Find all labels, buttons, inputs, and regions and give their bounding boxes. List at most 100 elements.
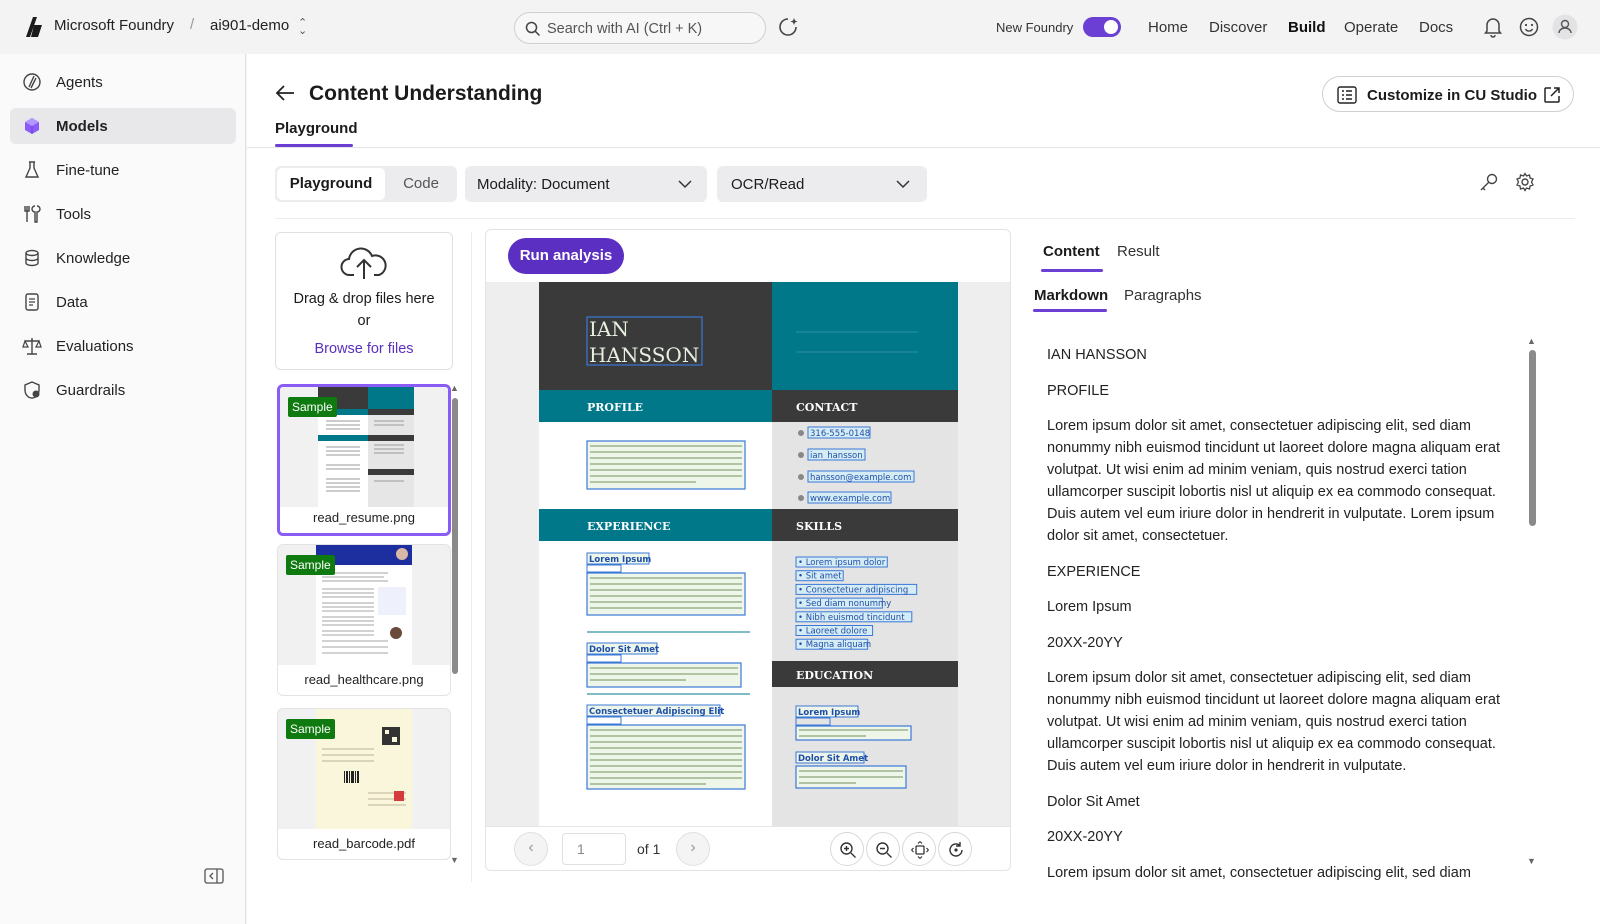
file-card[interactable]: Sample read_resume.png <box>277 384 451 536</box>
scroll-up-arrow-icon[interactable]: ▲ <box>1527 336 1536 346</box>
zoom-out-button[interactable] <box>866 832 900 866</box>
rotate-button[interactable] <box>938 832 972 866</box>
toggle-knob <box>1104 20 1118 34</box>
view-mode-segmented-control: Playground Code <box>275 166 457 202</box>
brand-name[interactable]: Microsoft Foundry <box>54 17 174 34</box>
bell-icon[interactable] <box>1483 16 1503 38</box>
analyzer-value: OCR/Read <box>731 176 805 193</box>
skill-item: • Sit amet <box>798 572 842 582</box>
back-arrow-icon[interactable] <box>275 84 295 102</box>
ai-assistant-icon[interactable] <box>777 16 799 38</box>
sidebar-item-guardrails[interactable]: Guardrails <box>10 372 236 408</box>
tab-result[interactable]: Result <box>1117 243 1160 260</box>
feedback-smiley-icon[interactable] <box>1518 16 1540 38</box>
segment-code[interactable]: Code <box>387 168 455 200</box>
heading-profile: PROFILE <box>587 401 643 414</box>
page-title: Content Understanding <box>309 82 543 105</box>
active-tab-indicator <box>1041 269 1103 272</box>
database-icon <box>25 249 39 267</box>
nav-docs[interactable]: Docs <box>1419 19 1453 36</box>
chevron-updown-icon[interactable]: ⌃ ⌄ <box>298 18 307 37</box>
page-number-input[interactable] <box>562 833 626 865</box>
previous-page-button[interactable]: ‹ <box>514 832 548 866</box>
customize-in-cu-studio-button[interactable]: Customize in CU Studio <box>1322 76 1574 112</box>
contact-web: www.example.com <box>810 494 890 504</box>
fit-to-page-button[interactable] <box>902 832 936 866</box>
run-analysis-button[interactable]: Run analysis <box>508 238 624 274</box>
shield-icon <box>24 381 40 399</box>
tab-content[interactable]: Content <box>1043 243 1100 260</box>
file-name: read_healthcare.png <box>304 672 424 687</box>
sidebar-item-label: Fine-tune <box>56 162 120 179</box>
foundry-logo-icon <box>26 17 42 37</box>
new-foundry-toggle[interactable] <box>1083 17 1121 37</box>
sidebar-item-evaluations[interactable]: Evaluations <box>10 328 236 364</box>
tab-playground[interactable]: Playground <box>275 120 358 137</box>
project-selector[interactable]: ai901-demo <box>210 17 289 34</box>
search-box[interactable] <box>514 12 766 44</box>
resume-thumbnail: Sample <box>280 387 448 507</box>
modality-dropdown[interactable]: Modality: Document <box>465 166 707 202</box>
active-subtab-indicator <box>1033 309 1107 312</box>
scroll-down-arrow-icon[interactable]: ▼ <box>1527 856 1536 866</box>
nav-build[interactable]: Build <box>1288 19 1326 36</box>
output-paragraph: IAN HANSSON <box>1047 347 1147 363</box>
gear-icon[interactable] <box>1515 172 1535 192</box>
cloud-upload-icon <box>340 247 387 279</box>
edu-title-1: Lorem Ipsum <box>798 708 860 718</box>
divider <box>247 147 1600 148</box>
scroll-up-arrow-icon[interactable]: ▲ <box>450 383 459 393</box>
zoom-in-button[interactable] <box>830 832 864 866</box>
sample-badge: Sample <box>288 397 337 417</box>
sidebar-item-fine-tune[interactable]: Fine-tune <box>10 152 236 188</box>
sample-badge: Sample <box>286 555 335 575</box>
subtab-markdown[interactable]: Markdown <box>1034 287 1108 304</box>
output-paragraph: Lorem ipsum dolor sit amet, consectetuer… <box>1047 670 1500 774</box>
heading-experience: EXPERIENCE <box>587 520 670 533</box>
output-paragraph: EXPERIENCE <box>1047 564 1141 580</box>
zoom-out-icon <box>876 842 892 858</box>
search-input[interactable] <box>547 19 757 39</box>
file-dropzone[interactable]: Drag & drop files here or Browse for fil… <box>275 232 453 370</box>
browse-files-link[interactable]: Browse for files <box>276 341 452 357</box>
output-paragraph: Dolor Sit Amet <box>1047 794 1140 810</box>
subtab-paragraphs[interactable]: Paragraphs <box>1124 287 1202 304</box>
nav-discover[interactable]: Discover <box>1209 19 1267 36</box>
key-icon[interactable] <box>1479 172 1499 192</box>
sidebar-item-label: Evaluations <box>56 338 134 355</box>
heading-skills: SKILLS <box>796 520 842 533</box>
main-content: Content Understanding Customize in CU St… <box>247 54 1600 924</box>
skill-item: • Sed diam nonummy <box>798 599 891 609</box>
contact-phone: 316-555-0148 <box>810 429 870 439</box>
sidebar-item-data[interactable]: Data <box>10 284 236 320</box>
file-card[interactable]: Sample read_barcode.pdf <box>277 708 451 860</box>
checklist-icon <box>1337 86 1357 104</box>
edu-title-2: Dolor Sit Amet <box>798 754 868 764</box>
file-list-scrollbar[interactable] <box>452 398 458 674</box>
nav-home[interactable]: Home <box>1148 19 1188 36</box>
document-icon <box>25 293 39 311</box>
agents-icon <box>23 73 41 91</box>
scroll-down-arrow-icon[interactable]: ▼ <box>450 855 459 865</box>
dropzone-or: or <box>357 313 371 329</box>
next-page-button[interactable]: › <box>676 832 710 866</box>
file-name: read_barcode.pdf <box>313 836 415 851</box>
sidebar-item-tools[interactable]: Tools <box>10 196 236 232</box>
collapse-sidebar-icon[interactable] <box>204 868 224 884</box>
nav-operate[interactable]: Operate <box>1344 19 1398 36</box>
sidebar-item-label: Agents <box>56 74 103 91</box>
output-scrollbar[interactable] <box>1529 350 1536 526</box>
sidebar-item-knowledge[interactable]: Knowledge <box>10 240 236 276</box>
output-paragraph: PROFILE <box>1047 383 1110 399</box>
sidebar-item-models[interactable]: Models <box>10 108 236 144</box>
sidebar-item-agents[interactable]: Agents <box>10 64 236 100</box>
output-paragraph: Lorem ipsum dolor sit amet, consectetuer… <box>1047 418 1500 544</box>
file-card[interactable]: Sample read_healthcare.png <box>277 544 451 696</box>
chevron-right-icon: › <box>690 839 696 856</box>
heading-education: EDUCATION <box>796 669 873 682</box>
barcode-thumbnail: Sample <box>278 709 450 829</box>
analyzer-dropdown[interactable]: OCR/Read <box>717 166 927 202</box>
job-title-2: Dolor Sit Amet <box>589 645 659 655</box>
segment-playground[interactable]: Playground <box>277 168 385 200</box>
avatar[interactable] <box>1552 14 1578 40</box>
